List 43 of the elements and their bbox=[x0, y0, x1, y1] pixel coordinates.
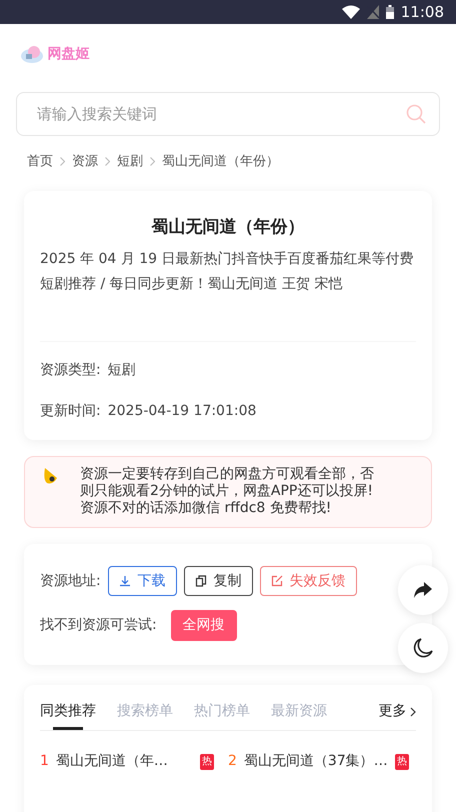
search-icon bbox=[406, 104, 426, 124]
notice-text: 资源一定要转存到自己的网盘方可观看全部，否 bbox=[80, 466, 374, 483]
no-signal-icon bbox=[366, 5, 379, 19]
hot-badge: 热 bbox=[200, 754, 214, 770]
action-button[interactable]: 复制 bbox=[184, 566, 253, 596]
copy-icon bbox=[194, 575, 207, 587]
chevron-icon bbox=[410, 706, 416, 716]
search-field[interactable]: 请输入搜索关键词 bbox=[16, 92, 440, 136]
resource-link[interactable]: 蜀山无间道（37集）… bbox=[244, 751, 388, 772]
breadcrumb-link[interactable]: 资源 bbox=[72, 152, 98, 172]
field-label: 资源地址: bbox=[40, 572, 101, 590]
cloud-logo-icon bbox=[20, 44, 44, 64]
status-time: 11:08 bbox=[400, 2, 444, 23]
dark-mode-button[interactable] bbox=[398, 623, 448, 673]
field-value: 2025-04-19 17:01:08 bbox=[108, 402, 256, 421]
share-icon bbox=[414, 582, 432, 598]
breadcrumb-current: 蜀山无间道（年份） bbox=[162, 153, 279, 171]
logo-text: 网盘姬 bbox=[48, 44, 90, 64]
resource-link[interactable]: 蜀山无间道（年… bbox=[56, 751, 193, 772]
chevron-icon bbox=[150, 157, 155, 166]
chevron-icon bbox=[60, 157, 65, 166]
breadcrumb-link[interactable]: 短剧 bbox=[117, 152, 143, 172]
notice-text: 资源不对的话添加微信 rffdc8 免费帮找! bbox=[80, 500, 332, 517]
resource-title: 蜀山无间道（年份） bbox=[150, 216, 306, 238]
edit-icon bbox=[270, 575, 283, 587]
tab[interactable]: 同类推荐 bbox=[40, 701, 96, 730]
more-link[interactable]: 更多 bbox=[378, 701, 416, 730]
download-icon bbox=[118, 575, 131, 587]
rank-number: 1 bbox=[40, 752, 49, 771]
field-label: 找不到资源可尝试: bbox=[40, 616, 157, 635]
wifi-icon bbox=[342, 5, 360, 19]
resource-description: 2025 年 04 月 19 日最新热门抖音快手百度番茄红果等付费短剧推荐 / 每日同步更新！蜀山无间道 王贺 宋恺 bbox=[40, 250, 415, 294]
rank-number: 2 bbox=[228, 752, 237, 771]
notice-text: 则只能观看2分钟的试片，网盘APP还可以投屏! bbox=[80, 483, 374, 500]
field-label: 资源类型: bbox=[40, 361, 101, 380]
hot-badge: 热 bbox=[394, 754, 409, 770]
action-button[interactable]: 下载 bbox=[108, 566, 177, 596]
field-label: 更新时间: bbox=[40, 402, 101, 421]
battery-icon bbox=[386, 5, 394, 19]
field-value: 短剧 bbox=[108, 361, 136, 380]
chevron-icon bbox=[105, 157, 110, 166]
breadcrumb-link[interactable]: 首页 bbox=[27, 152, 53, 172]
moon-icon bbox=[413, 638, 433, 658]
